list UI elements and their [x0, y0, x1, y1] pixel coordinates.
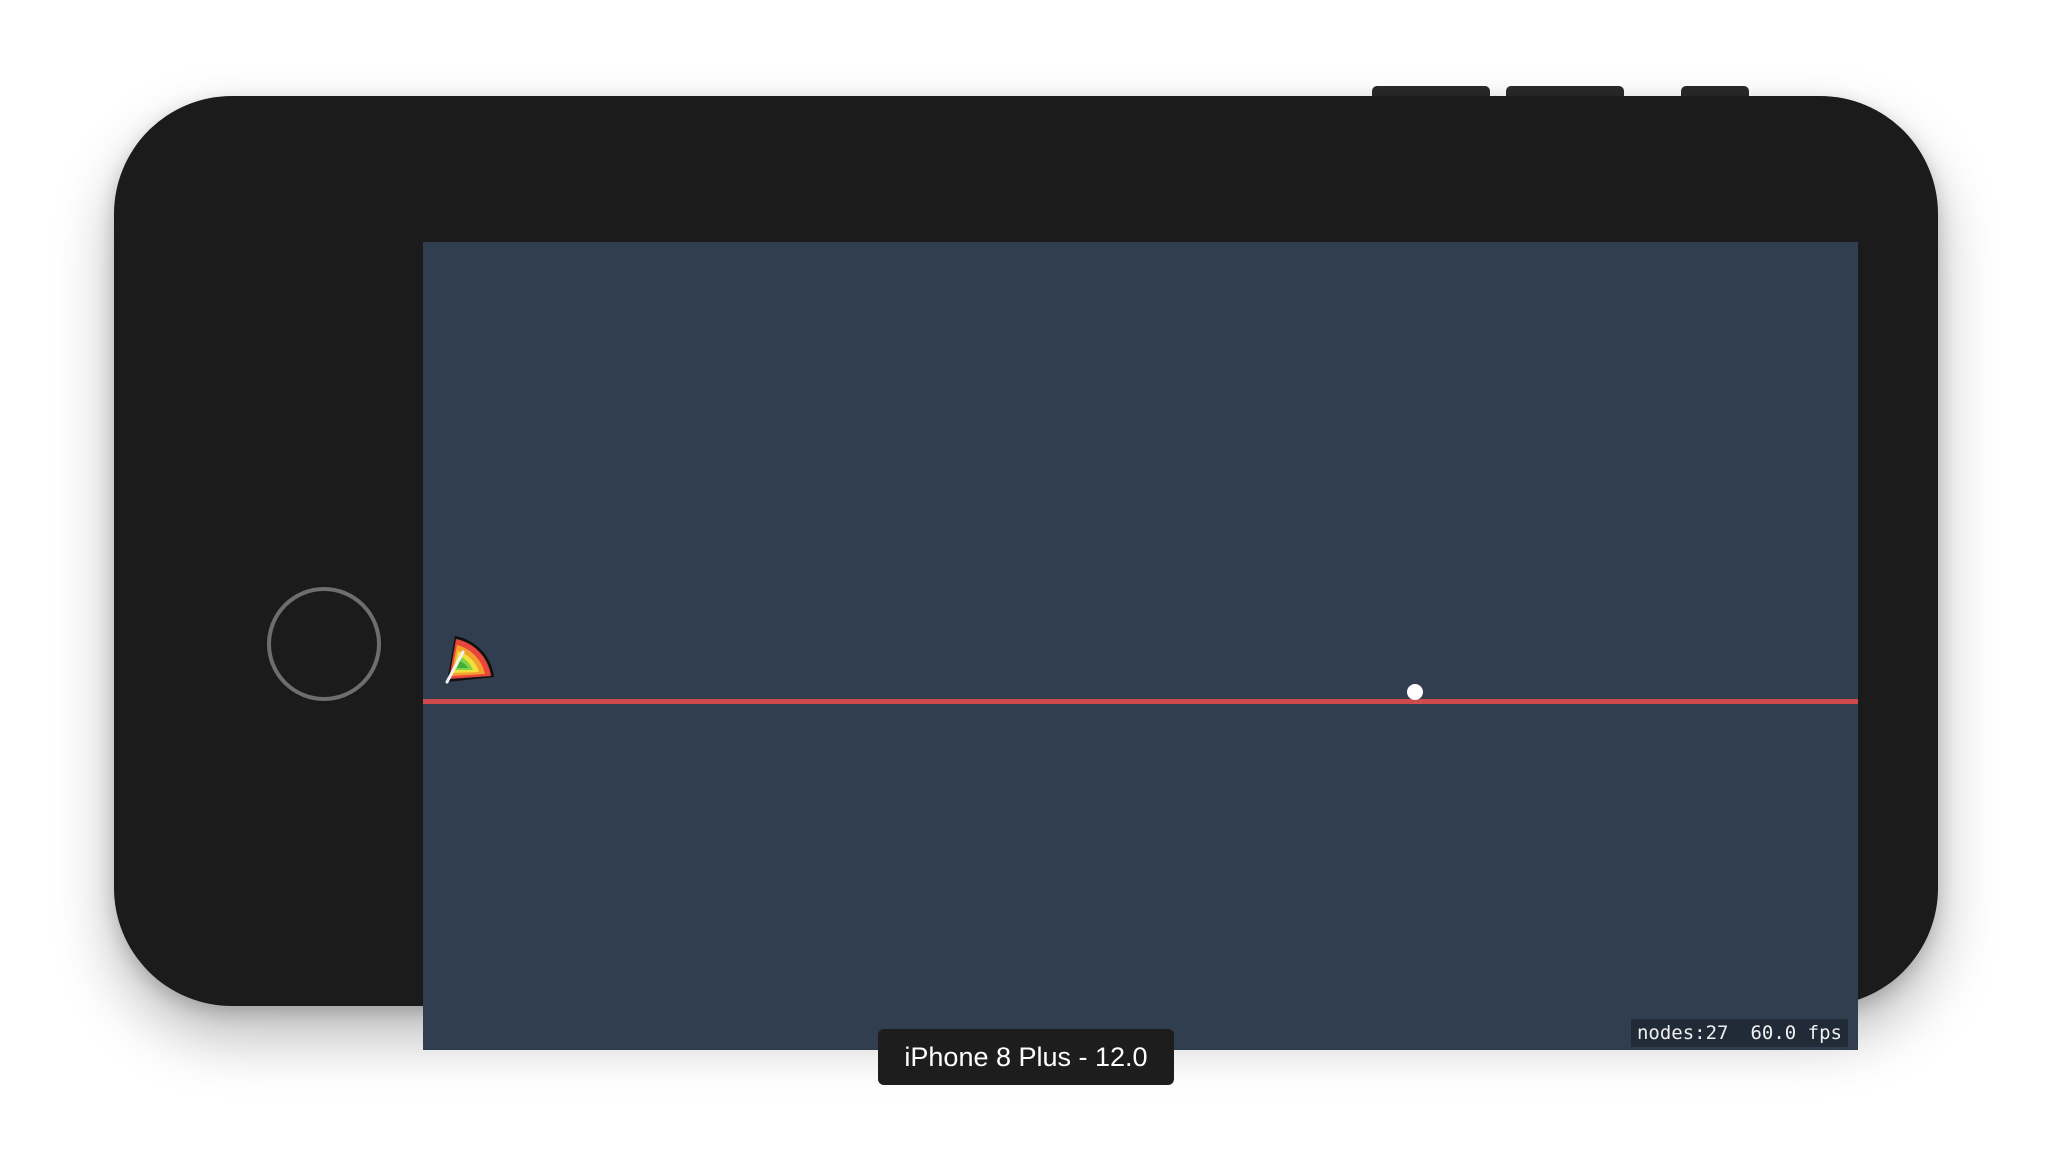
device-frame: nodes:27 60.0 fps	[114, 96, 1938, 1050]
node-count: nodes:27	[1636, 1022, 1729, 1044]
home-button[interactable]	[267, 587, 381, 701]
debug-stats: nodes:27 60.0 fps	[1630, 1019, 1848, 1047]
power-meter-icon[interactable]	[441, 630, 503, 688]
ball	[1407, 684, 1423, 700]
device-label: iPhone 8 Plus - 12.0	[878, 1029, 1174, 1085]
game-screen[interactable]: nodes:27 60.0 fps	[423, 242, 1858, 1050]
ground-line	[423, 699, 1858, 704]
fps-counter: 60.0 fps	[1750, 1022, 1842, 1044]
simulator-window: nodes:27 60.0 fps iPhone 8 Plus - 12.0	[0, 0, 2052, 1172]
